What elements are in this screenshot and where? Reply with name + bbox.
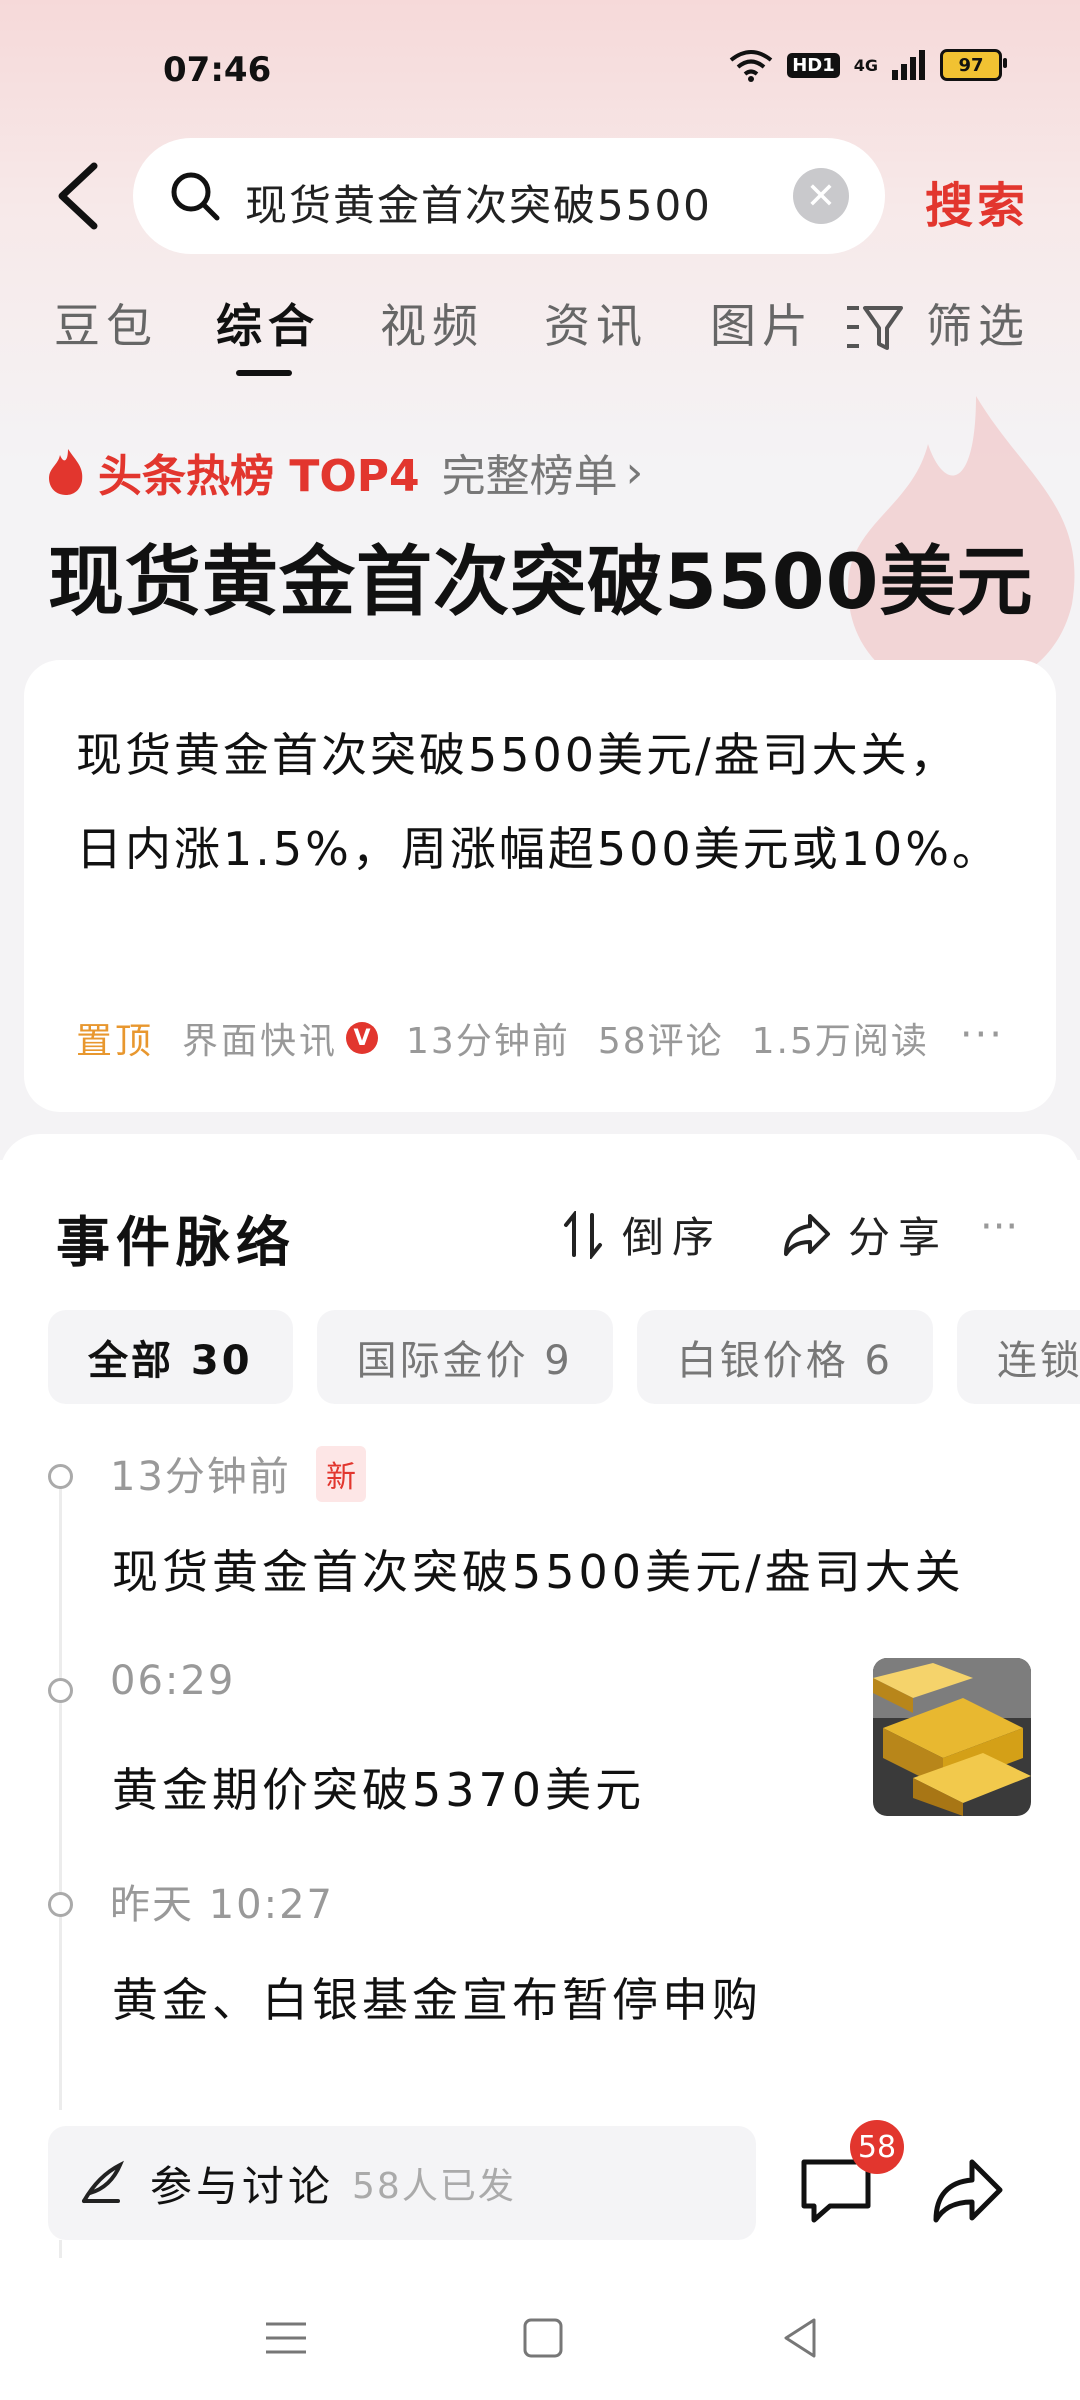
pen-icon — [82, 2160, 124, 2203]
search-icon — [171, 172, 220, 221]
timeline-title: 黄金期价突破5370美元 — [112, 1763, 646, 1817]
timeline-dot — [48, 1464, 73, 1489]
chip-intl-gold[interactable]: 国际金价 9 — [316, 1310, 613, 1404]
more-options-icon[interactable]: ··· — [960, 1012, 1004, 1058]
summary-card[interactable]: 现货黄金首次突破5500美元/盎司大关，日内涨1.5%，周涨幅超500美元或10… — [24, 660, 1056, 1112]
summary-text: 现货黄金首次突破5500美元/盎司大关，日内涨1.5%，周涨幅超500美元或10… — [76, 728, 1001, 876]
publish-time: 13分钟前 — [406, 1021, 570, 1062]
system-nav-bar — [0, 2270, 1080, 2400]
timeline-title: 现货黄金首次突破5500美元/盎司大关 — [112, 1545, 965, 1599]
gold-bars-thumbnail[interactable] — [873, 1658, 1031, 1816]
filter-icon[interactable] — [845, 300, 905, 354]
section-title: 事件脉络 — [56, 1211, 296, 1274]
chip-silver[interactable]: 白银价格 6 — [636, 1310, 933, 1404]
network-type: 4G — [853, 55, 878, 75]
fire-icon — [49, 449, 83, 495]
battery-level: 97 — [958, 54, 984, 76]
page-headline: 现货黄金首次突破5500美元 — [48, 537, 1034, 626]
search-input[interactable]: 现货黄金首次突破5500 ✕ — [133, 138, 885, 254]
back-icon[interactable] — [772, 2310, 828, 2366]
verified-icon: V — [346, 1022, 379, 1054]
read-count: 1.5万阅读 — [751, 1021, 929, 1062]
bottom-action-bar: 参与讨论 58人已发 58 — [0, 2110, 1080, 2240]
tab-doubao[interactable]: 豆包 — [54, 290, 158, 356]
timeline-dot — [48, 1678, 73, 1703]
wifi-icon — [729, 50, 773, 82]
full-list-link[interactable]: 完整榜单 — [442, 440, 618, 504]
signal-icon — [892, 50, 925, 80]
tab-overall[interactable]: 综合 — [216, 290, 320, 356]
discuss-label: 参与讨论 — [150, 2161, 335, 2211]
status-time: 07:46 — [163, 50, 272, 90]
active-tab-indicator — [236, 370, 292, 376]
timeline-title: 黄金、白银基金宣布暂停申购 — [112, 1973, 762, 2027]
tab-video[interactable]: 视频 — [380, 290, 484, 356]
share-icon — [784, 1213, 830, 1256]
timeline-time: 06:29 — [110, 1658, 236, 1704]
back-arrow-icon[interactable] — [50, 160, 110, 232]
summary-meta: 置顶 界面快讯 V 13分钟前 58评论 1.5万阅读 — [76, 1012, 957, 1064]
timeline-time: 13分钟前 — [110, 1454, 291, 1500]
sort-label: 倒序 — [622, 1213, 723, 1262]
new-badge: 新 — [316, 1446, 366, 1502]
comment-count-badge: 58 — [850, 2120, 904, 2174]
menu-icon[interactable] — [258, 2310, 314, 2366]
hd-icon: HD1 — [787, 52, 840, 78]
clear-search-icon[interactable]: ✕ — [793, 168, 849, 224]
category-chips: 全部 30 国际金价 9 白银价格 6 连锁 — [48, 1310, 1080, 1404]
search-query[interactable]: 现货黄金首次突破5500 — [245, 172, 885, 233]
battery-icon: 97 — [940, 49, 1007, 81]
discussion-input[interactable]: 参与讨论 58人已发 — [48, 2126, 756, 2240]
share-label: 分享 — [848, 1213, 949, 1262]
timeline-time: 昨天 10:27 — [110, 1882, 334, 1928]
hot-ranking-label: 头条热榜 TOP4 — [98, 451, 420, 502]
tab-images[interactable]: 图片 — [710, 290, 814, 356]
share-button[interactable]: 分享 — [782, 1204, 948, 1265]
search-button[interactable]: 搜索 — [925, 166, 1029, 236]
hot-ranking-row[interactable]: 头条热榜 TOP4 完整榜单 › — [46, 440, 643, 504]
timeline-dot — [48, 1892, 73, 1917]
tab-news[interactable]: 资讯 — [544, 290, 648, 356]
search-tabs: 豆包 综合 视频 资讯 图片 筛选 — [0, 290, 1080, 380]
source-name[interactable]: 界面快讯 — [182, 1012, 338, 1064]
sort-icon — [564, 1210, 602, 1259]
share-icon[interactable] — [928, 2152, 1008, 2232]
comment-count: 58评论 — [597, 1021, 724, 1062]
sort-button[interactable]: 倒序 — [562, 1204, 722, 1265]
home-icon[interactable] — [515, 2310, 571, 2366]
status-bar: 07:46 HD1 4G 97 — [0, 0, 1080, 140]
pinned-tag: 置顶 — [76, 1021, 155, 1062]
discuss-count: 58人已发 — [352, 2166, 516, 2207]
chip-chain[interactable]: 连锁 — [956, 1310, 1080, 1404]
chip-all[interactable]: 全部 30 — [48, 1310, 293, 1404]
status-icons: HD1 4G 97 — [729, 48, 1007, 82]
section-more-icon[interactable]: ··· — [980, 1204, 1018, 1250]
chevron-right-icon: › — [625, 446, 644, 498]
tab-filter[interactable]: 筛选 — [926, 290, 1030, 356]
